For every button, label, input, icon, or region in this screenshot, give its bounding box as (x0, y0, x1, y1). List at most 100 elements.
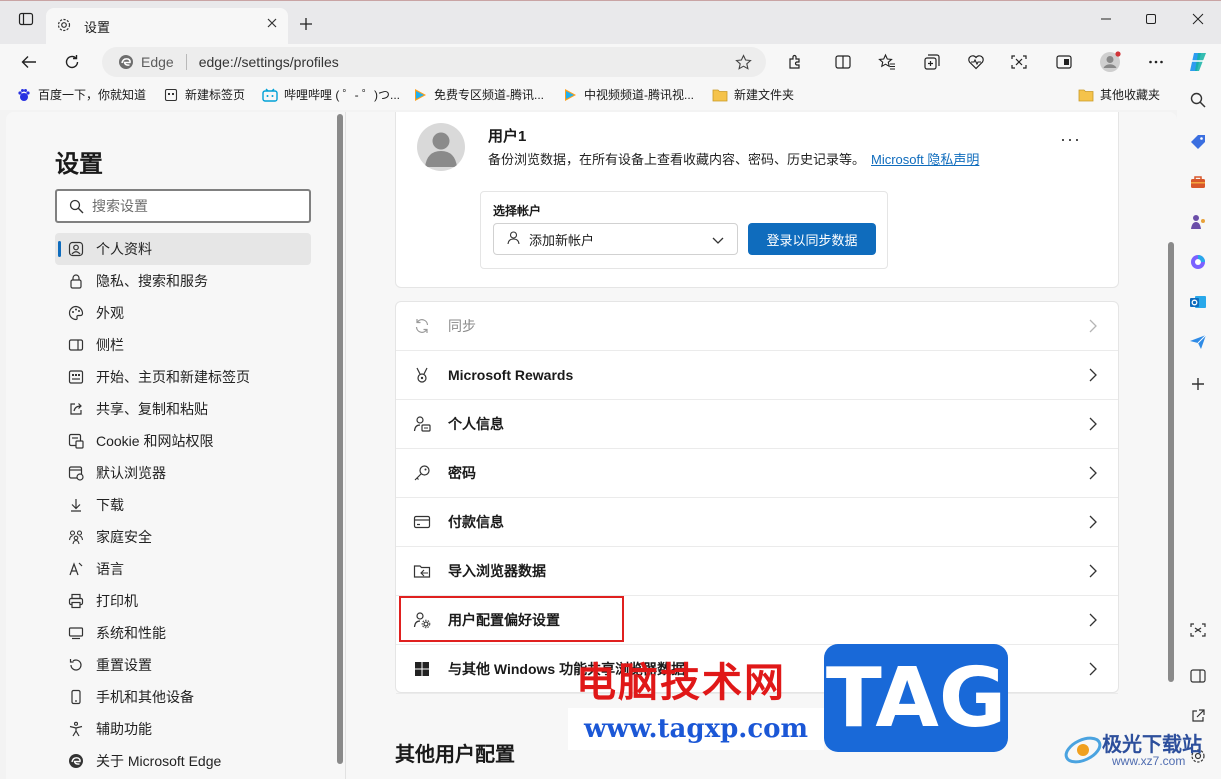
search-settings-box[interactable] (55, 189, 311, 223)
tab-actions-icon[interactable] (6, 7, 46, 31)
profile-name: 用户1 (488, 128, 527, 145)
more-menu-icon[interactable] (1142, 48, 1170, 76)
new-tab-button[interactable] (295, 13, 317, 35)
edge-icon (67, 752, 85, 770)
bookmark-item[interactable]: 新建标签页 (163, 86, 245, 103)
sidebar-item-profiles[interactable]: 个人资料 (55, 233, 311, 265)
avatar (417, 123, 465, 171)
screenshot-icon[interactable] (1005, 48, 1033, 76)
watermark-url: www.tagxp.com (568, 708, 824, 750)
import-icon (412, 561, 432, 581)
maximize-button[interactable] (1131, 7, 1171, 31)
account-label: 选择帐户 (493, 204, 542, 218)
baidu-icon (16, 87, 32, 103)
copilot-icon[interactable] (1184, 48, 1212, 76)
open-external-icon[interactable] (1186, 704, 1210, 728)
sidebar-item-cookies[interactable]: Cookie 和网站权限 (55, 425, 311, 457)
favorite-star-icon[interactable] (735, 54, 752, 74)
sidebar-item-appearance[interactable]: 外观 (55, 297, 311, 329)
folder-icon (1078, 87, 1094, 103)
screenshot-icon[interactable] (1186, 618, 1210, 642)
workspaces-icon[interactable] (1050, 48, 1078, 76)
key-icon (412, 463, 432, 483)
collections-icon[interactable] (918, 48, 946, 76)
url-text[interactable]: edge://settings/profiles (199, 54, 339, 70)
sign-in-sync-button[interactable]: 登录以同步数据 (748, 223, 876, 255)
search-input[interactable] (92, 198, 292, 214)
sidebar-item-reset[interactable]: 重置设置 (55, 649, 311, 681)
sidebar-item-share-copy[interactable]: 共享、复制和粘贴 (55, 393, 311, 425)
main-scrollbar[interactable] (1168, 242, 1174, 682)
sidebar-item-family[interactable]: 家庭安全 (55, 521, 311, 553)
row-import-data[interactable]: 导入浏览器数据 (396, 547, 1118, 596)
chevron-right-icon (1086, 416, 1100, 435)
sidebar-item-system[interactable]: 系统和性能 (55, 617, 311, 649)
account-dropdown[interactable]: 添加新帐户 (493, 223, 738, 255)
row-payment-info[interactable]: 付款信息 (396, 498, 1118, 547)
bookmark-item[interactable]: 免费专区频道-腾讯... (412, 86, 544, 103)
profile-avatar-icon[interactable] (1096, 48, 1124, 76)
tencent-video-icon (562, 87, 578, 103)
browser-essentials-icon[interactable] (962, 48, 990, 76)
refresh-icon[interactable] (58, 48, 86, 76)
search-icon[interactable] (1186, 88, 1210, 112)
shopping-tag-icon[interactable] (1186, 130, 1210, 154)
edge-chip: Edge (118, 54, 174, 70)
bookmark-item[interactable]: 哔哩哔哩 ( ゜- ゜)つ... (262, 86, 400, 103)
bookmark-folder[interactable]: 新建文件夹 (712, 86, 794, 103)
close-window-button[interactable] (1178, 7, 1218, 31)
row-passwords[interactable]: 密码 (396, 449, 1118, 498)
profile-settings-list: 同步 Microsoft Rewards 个人信息 密码 付款信息 导入浏览器数… (395, 301, 1119, 694)
tab-title: 设置 (84, 19, 111, 35)
bookmark-item[interactable]: 百度一下，你就知道 (16, 86, 146, 103)
row-personal-info[interactable]: 个人信息 (396, 400, 1118, 449)
more-options-button[interactable]: ··· (1060, 129, 1081, 150)
favorites-icon[interactable] (873, 48, 901, 76)
split-screen-icon[interactable] (829, 48, 857, 76)
tools-icon[interactable] (1186, 170, 1210, 194)
sidebar-item-default-browser[interactable]: 默认浏览器 (55, 457, 311, 489)
sidebar-item-about[interactable]: 关于 Microsoft Edge (55, 745, 311, 777)
cookie-icon (67, 432, 85, 450)
rewards-icon (412, 365, 432, 385)
printer-icon (67, 592, 85, 610)
language-icon (67, 560, 85, 578)
close-tab-icon[interactable] (266, 17, 278, 32)
sidebar-item-start-home[interactable]: 开始、主页和新建标签页 (55, 361, 311, 393)
privacy-link[interactable]: Microsoft 隐私声明 (871, 152, 979, 167)
chevron-down-icon (711, 233, 725, 250)
windows-icon (412, 659, 432, 679)
games-icon[interactable] (1186, 210, 1210, 234)
gear-icon (56, 17, 72, 36)
sidebar-item-privacy[interactable]: 隐私、搜索和服务 (55, 265, 311, 297)
title-bar: 设置 (0, 0, 1221, 44)
sidebar-item-accessibility[interactable]: 辅助功能 (55, 713, 311, 745)
phone-icon (67, 688, 85, 706)
extensions-icon[interactable] (781, 48, 809, 76)
sidebar-item-language[interactable]: 语言 (55, 553, 311, 585)
bookmark-item[interactable]: 中视频频道-腾讯视... (562, 86, 694, 103)
row-sync[interactable]: 同步 (396, 302, 1118, 351)
chevron-right-icon (1086, 514, 1100, 533)
send-icon[interactable] (1186, 330, 1210, 354)
row-rewards[interactable]: Microsoft Rewards (396, 351, 1118, 400)
download-icon (67, 496, 85, 514)
other-favorites-folder[interactable]: 其他收藏夹 (1078, 86, 1160, 103)
sidebar-item-phone[interactable]: 手机和其他设备 (55, 681, 311, 713)
address-separator (185, 54, 187, 70)
sidebar-item-downloads[interactable]: 下载 (55, 489, 311, 521)
sidebar-scrollbar[interactable] (337, 114, 343, 764)
back-icon[interactable] (15, 48, 43, 76)
minimize-button[interactable] (1086, 7, 1126, 31)
sidebar-item-sidebar[interactable]: 侧栏 (55, 329, 311, 361)
add-icon[interactable] (1186, 372, 1210, 396)
address-bar[interactable]: Edge edge://settings/profiles (102, 47, 766, 77)
highlight-box (399, 596, 624, 642)
page-title: 设置 (55, 151, 103, 178)
sidebar-item-printers[interactable]: 打印机 (55, 585, 311, 617)
share-icon (67, 400, 85, 418)
hide-sidebar-icon[interactable] (1186, 664, 1210, 688)
microsoft365-icon[interactable] (1186, 250, 1210, 274)
outlook-icon[interactable] (1186, 290, 1210, 314)
tab-settings[interactable]: 设置 (46, 8, 288, 44)
